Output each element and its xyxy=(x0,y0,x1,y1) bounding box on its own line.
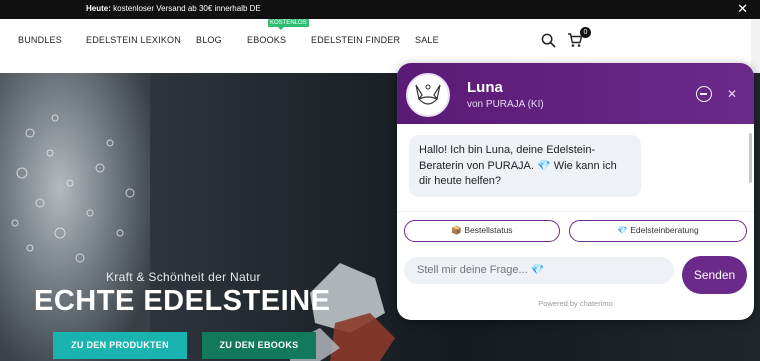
chat-divider xyxy=(397,211,754,212)
search-icon[interactable] xyxy=(541,33,556,48)
nav-item-edelstein-lexikon[interactable]: EDELSTEIN LEXIKON xyxy=(86,35,181,45)
chat-header: Luna von PURAJA (KI) ✕ xyxy=(397,63,754,124)
nav-item-bundles[interactable]: BUNDLES xyxy=(18,35,62,45)
announcement-body: kostenloser Versand ab 30€ innerhalb DE xyxy=(110,4,261,13)
chat-minimize-icon[interactable] xyxy=(696,86,712,102)
cart-count-badge: 0 xyxy=(580,27,591,38)
chat-avatar xyxy=(406,73,450,117)
quick-reply-gem-advice[interactable]: 💎 Edelsteinberatung xyxy=(569,220,747,242)
chat-widget: Luna von PURAJA (KI) ✕ Hallo! Ich bin Lu… xyxy=(397,63,754,320)
announcement-bar: Heute: kostenloser Versand ab 30€ innerh… xyxy=(0,0,760,19)
ebooks-button[interactable]: ZU DEN EBOOKS xyxy=(202,332,316,359)
nav-item-blog[interactable]: BLOG xyxy=(196,35,222,45)
hero-subtitle: Kraft & Schönheit der Natur xyxy=(106,270,261,284)
chat-message-input[interactable] xyxy=(404,257,674,284)
chat-bot-name: Luna xyxy=(467,79,503,96)
send-button[interactable]: Senden xyxy=(682,256,747,294)
nav-item-sale[interactable]: SALE xyxy=(415,35,439,45)
announcement-close-icon[interactable]: ✕ xyxy=(737,1,748,17)
quick-reply-order-status[interactable]: 📦 Bestellstatus xyxy=(404,220,560,242)
chat-bot-byline: von PURAJA (KI) xyxy=(467,99,544,110)
nav-item-edelstein-finder[interactable]: EDELSTEIN FINDER xyxy=(311,35,400,45)
chat-message-bubble: Hallo! Ich bin Luna, deine Edelstein-Ber… xyxy=(409,135,641,197)
chat-scrollbar[interactable] xyxy=(749,133,752,183)
nav-badge-kostenlos: KOSTENLOS xyxy=(268,19,309,30)
announcement-text: Heute: kostenloser Versand ab 30€ innerh… xyxy=(86,4,261,13)
announcement-bold: Heute: xyxy=(86,4,111,13)
nav-item-ebooks[interactable]: EBOOKS xyxy=(247,35,286,45)
chat-powered-by: Powered by chaterimo xyxy=(538,299,613,308)
chat-close-icon[interactable]: ✕ xyxy=(727,87,737,101)
products-button[interactable]: ZU DEN PRODUKTEN xyxy=(53,332,187,359)
fox-logo-icon xyxy=(415,84,441,105)
hero-title: ECHTE EDELSTEINE xyxy=(34,285,331,317)
